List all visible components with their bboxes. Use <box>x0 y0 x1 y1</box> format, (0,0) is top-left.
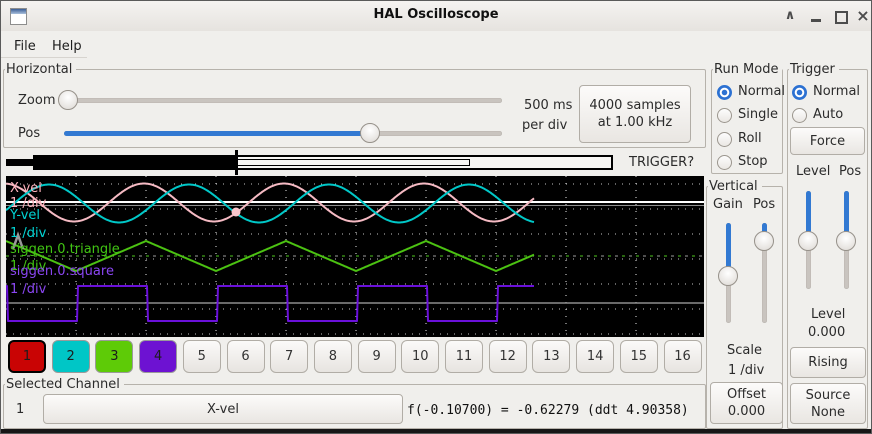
radio-label: Stop <box>738 154 768 169</box>
trigger-level-slider-handle[interactable] <box>798 231 818 251</box>
menu-help[interactable]: Help <box>52 39 82 54</box>
channel-button-5[interactable]: 5 <box>183 340 221 373</box>
horizontal-pos-slider-handle[interactable] <box>360 123 380 143</box>
scope-channel-label: 1 /div <box>10 283 46 297</box>
title-bar: HAL Oscilloscope ∧ × <box>1 1 871 32</box>
channel-button-9[interactable]: 9 <box>358 340 396 373</box>
channel-button-7[interactable]: 7 <box>270 340 308 373</box>
radio-icon[interactable] <box>717 132 732 147</box>
radio-label: Roll <box>738 131 762 146</box>
trigger-status-label: TRIGGER? <box>629 155 694 170</box>
zoom-slider-handle[interactable] <box>58 90 78 110</box>
radio-label: Normal <box>738 84 785 99</box>
radio-label: Normal <box>813 84 860 99</box>
pos-slider-label: Pos <box>18 126 40 141</box>
maximize-icon[interactable] <box>830 6 850 26</box>
shade-icon[interactable]: ∧ <box>780 6 800 26</box>
record-bar-trigger-marker <box>235 150 238 175</box>
scale-value: 1 /div <box>728 363 764 378</box>
minimize-icon[interactable] <box>806 6 826 26</box>
channel-button-4[interactable]: 4 <box>139 340 177 373</box>
channel-button-11[interactable]: 11 <box>445 340 483 373</box>
record-bar-pretrigger <box>6 159 33 166</box>
window-bottom-edge <box>1 429 871 434</box>
menu-file[interactable]: File <box>14 39 36 54</box>
radio-icon[interactable] <box>792 108 807 123</box>
app-window: HAL Oscilloscope ∧ × File Help Horizonta… <box>0 0 872 434</box>
gain-slider-label: Gain <box>713 197 743 212</box>
radio-label: Auto <box>813 107 843 122</box>
trigger-edge-button[interactable]: Rising <box>790 347 866 378</box>
trigger-level-slider-label: Level <box>796 164 830 179</box>
selected-channel-group-label: Selected Channel <box>5 377 124 392</box>
horizontal-group-label: Horizontal <box>5 62 76 77</box>
trigger-level-value: 0.000 <box>808 325 845 340</box>
rate-per-div-line2: per div <box>522 118 567 133</box>
scope-channel-label: Y-vel <box>10 209 40 223</box>
channel-button-1[interactable]: 1 <box>8 340 46 373</box>
zoom-slider-label: Zoom <box>18 93 55 108</box>
radio-icon[interactable] <box>792 85 807 100</box>
vertical-group-label: Vertical <box>708 179 762 194</box>
window-title: HAL Oscilloscope <box>1 7 871 22</box>
vertical-pos-slider-handle[interactable] <box>754 231 774 251</box>
radio-icon[interactable] <box>717 85 732 100</box>
scope-display[interactable]: X-vel1 /divY-vel1 /divsiggen.0.triangle1… <box>6 176 704 337</box>
radio-icon[interactable] <box>717 155 732 170</box>
channel-button-2[interactable]: 2 <box>52 340 90 373</box>
record-bar-filled <box>34 157 237 168</box>
menu-separator <box>1 57 87 58</box>
menu-bar: File Help <box>1 31 871 58</box>
trigger-source-button[interactable]: Source None <box>790 383 866 424</box>
channel-source-button[interactable]: X-vel <box>43 394 403 424</box>
scope-channel-label: siggen.0.square <box>10 265 114 279</box>
channel-button-10[interactable]: 10 <box>401 340 439 373</box>
channel-button-13[interactable]: 13 <box>532 340 570 373</box>
channel-button-6[interactable]: 6 <box>227 340 265 373</box>
trigger-group-label: Trigger <box>789 62 839 77</box>
offset-button[interactable]: Offset 0.000 <box>710 382 783 424</box>
vertical-pos-slider-label: Pos <box>753 197 775 212</box>
scale-label: Scale <box>727 343 762 358</box>
run-mode-group-label: Run Mode <box>713 62 782 77</box>
rate-per-div-line1: 500 ms <box>524 98 572 113</box>
trigger-level-label: Level <box>811 307 845 322</box>
channel-button-16[interactable]: 16 <box>664 340 702 373</box>
channel-button-3[interactable]: 3 <box>95 340 133 373</box>
scope-channel-label: siggen.0.triangle <box>10 243 120 257</box>
gain-slider-handle[interactable] <box>718 266 738 286</box>
channel-button-14[interactable]: 14 <box>576 340 614 373</box>
force-button[interactable]: Force <box>790 127 865 155</box>
radio-label: Single <box>738 107 778 122</box>
close-icon[interactable]: × <box>853 6 872 26</box>
trigger-pos-slider-handle[interactable] <box>836 231 856 251</box>
selected-channel-number: 1 <box>16 402 24 417</box>
samples-button[interactable]: 4000 samples at 1.00 kHz <box>579 85 691 143</box>
radio-icon[interactable] <box>717 108 732 123</box>
channel-value-readout: f(-0.10700) = -0.62279 (ddt 4.90358) <box>407 403 689 418</box>
trigger-pos-slider-label: Pos <box>839 164 861 179</box>
channel-button-15[interactable]: 15 <box>620 340 658 373</box>
scope-channel-label: 1 /div <box>10 227 46 241</box>
channel-button-12[interactable]: 12 <box>489 340 527 373</box>
record-bar-pending <box>237 159 470 166</box>
scope-channel-label: X-vel <box>10 182 42 196</box>
channel-button-8[interactable]: 8 <box>314 340 352 373</box>
